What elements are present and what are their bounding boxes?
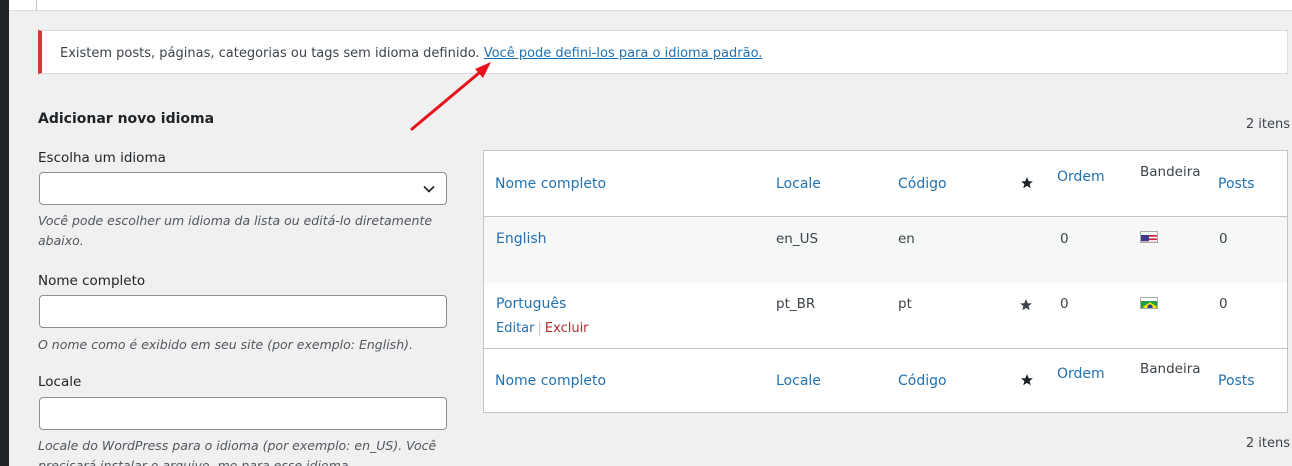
screenshot-stage: Existem posts, páginas, categorias ou ta… xyxy=(0,0,1292,466)
column-flag: Bandeira xyxy=(1140,164,1201,180)
languages-table: Nome completo Locale Código Ordem Bandei… xyxy=(483,150,1288,413)
language-name-link[interactable]: Português xyxy=(496,296,566,312)
full-name-label: Nome completo xyxy=(38,273,146,289)
language-name-link[interactable]: English xyxy=(496,231,547,247)
language-posts: 0 xyxy=(1219,296,1228,312)
column-name[interactable]: Nome completo xyxy=(495,373,606,389)
table-row: Português Editar | Excluir pt_BR pt 0 0 xyxy=(484,283,1287,349)
choose-language-label: Escolha um idioma xyxy=(38,150,166,166)
admin-sidebar-edge xyxy=(0,0,9,466)
choose-language-description: Você pode escolher um idioma da lista ou… xyxy=(38,213,433,248)
locale-description: Locale do WordPress para o idioma (por e… xyxy=(38,438,437,466)
default-language-star-icon[interactable] xyxy=(1019,298,1033,312)
star-icon xyxy=(1021,177,1033,189)
language-locale: en_US xyxy=(776,231,819,247)
locale-input[interactable] xyxy=(39,397,447,430)
star-icon xyxy=(1021,374,1033,386)
br-flag-icon xyxy=(1140,297,1158,309)
items-count-bottom: 2 itens xyxy=(1245,436,1290,451)
table-row: English en_US en 0 0 xyxy=(484,217,1287,283)
admin-content: Existem posts, páginas, categorias ou ta… xyxy=(9,0,1292,466)
column-name[interactable]: Nome completo xyxy=(495,176,606,192)
full-name-input[interactable] xyxy=(39,295,447,328)
language-order: 0 xyxy=(1060,231,1069,247)
us-flag-icon xyxy=(1140,231,1158,243)
column-posts[interactable]: Posts xyxy=(1218,176,1255,192)
items-count-top: 2 itens xyxy=(1245,117,1290,132)
language-code: pt xyxy=(898,296,912,312)
column-flag: Bandeira xyxy=(1140,361,1201,377)
chevron-down-icon xyxy=(423,185,435,193)
language-posts: 0 xyxy=(1219,231,1228,247)
column-locale[interactable]: Locale xyxy=(776,373,821,389)
column-locale[interactable]: Locale xyxy=(776,176,821,192)
table-footer: Nome completo Locale Código Ordem Bandei… xyxy=(484,348,1287,413)
column-order[interactable]: Ordem xyxy=(1057,366,1105,382)
separator: | xyxy=(537,321,542,336)
edit-link[interactable]: Editar xyxy=(496,321,535,336)
full-name-description: O nome como é exibido em seu site (por e… xyxy=(38,337,413,352)
row-actions: Editar | Excluir xyxy=(496,321,589,336)
locale-label: Locale xyxy=(38,374,82,390)
add-language-title: Adicionar novo idioma xyxy=(38,111,215,127)
column-code[interactable]: Código xyxy=(898,373,947,389)
column-order[interactable]: Ordem xyxy=(1057,169,1105,185)
language-select[interactable] xyxy=(39,172,447,205)
column-posts[interactable]: Posts xyxy=(1218,373,1255,389)
table-header: Nome completo Locale Código Ordem Bandei… xyxy=(484,151,1287,217)
column-code[interactable]: Código xyxy=(898,176,947,192)
delete-link[interactable]: Excluir xyxy=(545,321,589,336)
language-locale: pt_BR xyxy=(776,296,816,312)
language-order: 0 xyxy=(1060,296,1069,312)
language-code: en xyxy=(898,231,915,247)
